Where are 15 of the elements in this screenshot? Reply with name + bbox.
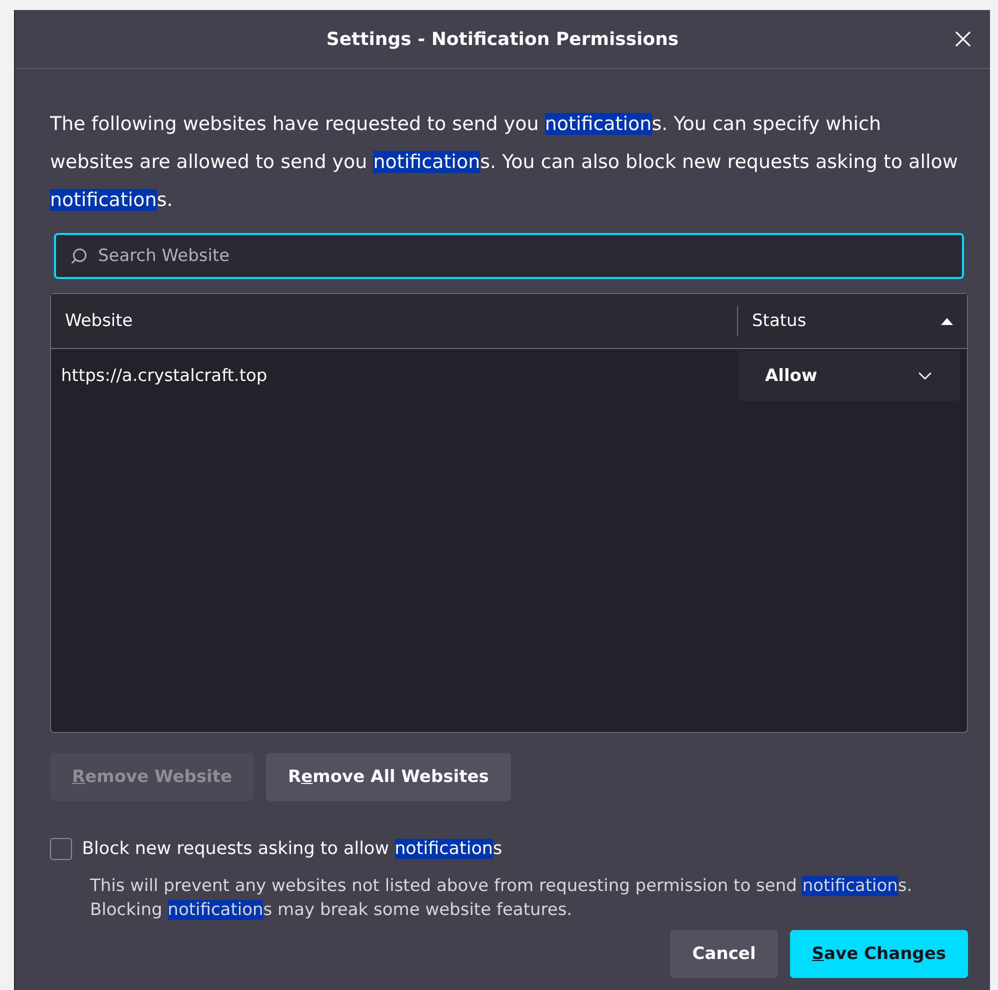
status-select[interactable]: Allow xyxy=(738,351,960,401)
note-text: This will prevent any websites not listed above from requesting permission to send notifications. Blocking notifications may break some website features. xyxy=(90,875,914,922)
checkbox[interactable] xyxy=(50,838,72,860)
save-button[interactable]: Save Changes xyxy=(790,930,968,978)
checkbox-label: Block new requests asking to allow notifications xyxy=(82,839,502,859)
remove-all-websites-button[interactable]: Remove All Websites xyxy=(266,753,511,801)
intro-text: The following websites have requested to send you notifications. You can specify which websites are allowed to send you notifications. You can also block new requests asking to allow notifications. xyxy=(50,112,959,213)
column-header[interactable]: Website xyxy=(65,311,133,331)
search-field[interactable]: Search Website xyxy=(54,233,964,279)
column-header[interactable]: Status xyxy=(752,311,806,331)
cancel-button[interactable]: Cancel xyxy=(670,930,778,978)
window-title: Settings - Notification Permissions xyxy=(326,28,679,50)
search-input[interactable]: Search Website xyxy=(96,245,948,267)
search-icon xyxy=(70,247,88,265)
website-cell-text: https://a.crystalcraft.top xyxy=(61,366,268,386)
